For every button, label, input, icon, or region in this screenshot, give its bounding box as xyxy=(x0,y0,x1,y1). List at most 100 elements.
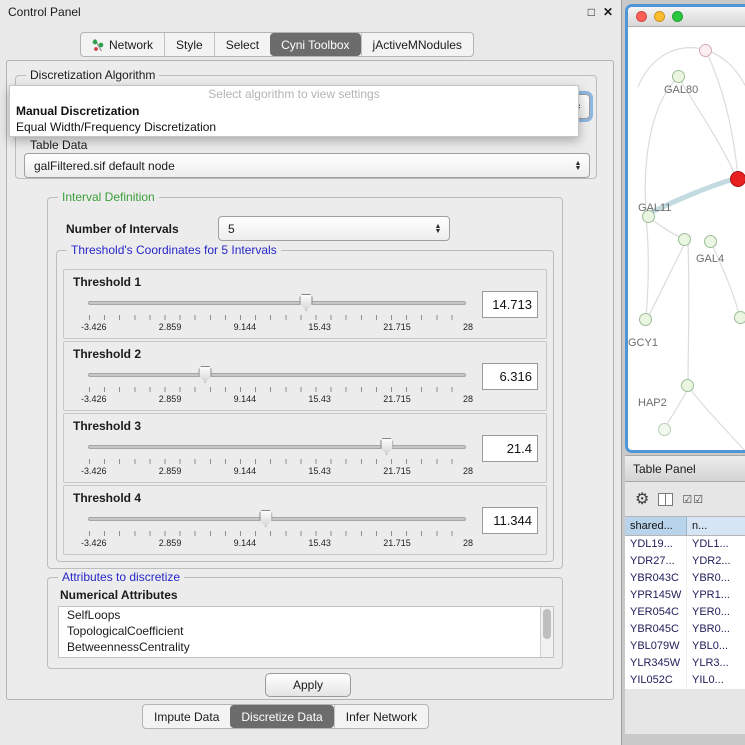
bottom-tab[interactable]: Infer Network xyxy=(334,705,428,728)
vertical-scrollbar[interactable] xyxy=(540,607,553,657)
number-of-intervals-combobox[interactable]: 5 ▲▼ xyxy=(218,216,450,241)
checkbox-icons[interactable]: ☑☑ xyxy=(682,493,704,506)
tab-label: Discretize Data xyxy=(241,710,322,724)
gear-icon[interactable]: ⚙ xyxy=(635,489,649,509)
cell-shared-name: YPR145W xyxy=(625,587,687,604)
threshold-slider[interactable]: -3.426 2.859 9.144 15.43 21.715 28 xyxy=(88,294,466,336)
float-window-icon[interactable]: □ xyxy=(588,5,595,19)
scale-tick-label: 28 xyxy=(463,466,473,476)
slider-scale: -3.426 2.859 9.144 15.43 21.715 28 xyxy=(81,466,473,476)
scale-tick-label: 2.859 xyxy=(159,322,182,332)
group-title: Interval Definition xyxy=(58,190,159,204)
table-panel: ⚙ ☑☑ shared... n... YDL19... YDL1... YDR… xyxy=(625,482,745,734)
scale-tick-label: 28 xyxy=(463,394,473,404)
network-canvas[interactable]: GAL80GAL11GAL4GCY1HAP2 xyxy=(628,27,745,452)
list-item[interactable]: TopologicalCoefficient xyxy=(59,623,553,639)
group-title: Threshold's Coordinates for 5 Intervals xyxy=(67,243,281,257)
table-data-combobox[interactable]: galFiltered.sif default node ▲▼ xyxy=(24,153,590,178)
threshold-value-field[interactable]: 14.713 xyxy=(482,291,538,318)
apply-button[interactable]: Apply xyxy=(265,673,351,697)
network-node[interactable] xyxy=(681,379,694,392)
network-node[interactable] xyxy=(704,235,717,248)
network-node[interactable] xyxy=(672,70,685,83)
group-title: Discretization Algorithm xyxy=(26,68,159,82)
table-header-row: shared... n... xyxy=(625,516,745,536)
tab-label: jActiveMNodules xyxy=(373,38,462,52)
threshold-slider[interactable]: -3.426 2.859 9.144 15.43 21.715 28 xyxy=(88,510,466,552)
network-node[interactable] xyxy=(658,423,671,436)
numerical-attributes-list[interactable]: SelfLoopsTopologicalCoefficientBetweenne… xyxy=(58,606,554,658)
tab-label: Infer Network xyxy=(346,710,417,724)
popup-menu-item[interactable]: Equal Width/Frequency Discretization xyxy=(10,119,578,135)
table-data-value: galFiltered.sif default node xyxy=(34,159,175,173)
table-row[interactable]: YDR27... YDR2... xyxy=(625,553,745,570)
network-node[interactable] xyxy=(699,44,712,57)
bottom-tab[interactable]: Discretize Data xyxy=(230,705,333,728)
scale-tick-label: 28 xyxy=(463,322,473,332)
scale-tick-label: -3.426 xyxy=(81,322,107,332)
slider-thumb[interactable] xyxy=(199,366,212,383)
threshold-panel: Threshold 4 -3.426 2.859 9.144 15.43 xyxy=(63,485,547,555)
slider-scale: -3.426 2.859 9.144 15.43 21.715 28 xyxy=(81,394,473,404)
scale-tick-label: 9.144 xyxy=(234,394,257,404)
traffic-light-icon[interactable] xyxy=(636,11,647,22)
network-node[interactable] xyxy=(678,233,691,246)
table-row[interactable]: YLR345W YLR3... xyxy=(625,655,745,672)
threshold-label: Threshold 1 xyxy=(73,275,141,289)
threshold-slider[interactable]: -3.426 2.859 9.144 15.43 21.715 28 xyxy=(88,438,466,480)
bottom-tabbar: Impute Data Discretize Data Infer Networ… xyxy=(142,704,429,729)
cell-shared-name: YER054C xyxy=(625,604,687,621)
threshold-value-field[interactable]: 6.316 xyxy=(482,363,538,390)
top-tab[interactable]: Select xyxy=(214,33,270,56)
slider-thumb[interactable] xyxy=(380,438,393,455)
top-tab[interactable]: Style xyxy=(164,33,214,56)
slider-thumb[interactable] xyxy=(300,294,313,311)
table-row[interactable]: YIL052C YIL0... xyxy=(625,672,745,689)
network-node[interactable] xyxy=(730,171,745,187)
popup-menu-item[interactable]: Manual Discretization xyxy=(10,103,578,119)
table-row[interactable]: YBR043C YBR0... xyxy=(625,570,745,587)
column-header-name[interactable]: n... xyxy=(687,517,745,535)
number-of-intervals-label: Number of Intervals xyxy=(66,222,179,236)
column-split-icon[interactable] xyxy=(658,493,673,506)
scale-tick-label: 21.715 xyxy=(383,466,411,476)
threshold-value-field[interactable]: 11.344 xyxy=(482,507,538,534)
slider-scale: -3.426 2.859 9.144 15.43 21.715 28 xyxy=(81,538,473,548)
slider-track[interactable] xyxy=(88,301,466,305)
scale-tick-label: 9.144 xyxy=(234,538,257,548)
slider-track[interactable] xyxy=(88,445,466,449)
cyni-toolbox-panel: Discretization Algorithm ▲▼ Table Data g… xyxy=(6,60,614,700)
slider-track[interactable] xyxy=(88,517,466,521)
list-item[interactable]: BetweennessCentrality xyxy=(59,639,553,655)
table-panel-header: Table Panel xyxy=(625,455,745,482)
top-tab[interactable]: jActiveMNodules xyxy=(361,33,473,56)
list-item[interactable]: SelfLoops xyxy=(59,607,553,623)
threshold-panel: Threshold 1 -3.426 2.859 9.144 15.43 xyxy=(63,269,547,339)
cell-name: YBL0... xyxy=(687,638,745,655)
slider-track[interactable] xyxy=(88,373,466,377)
cell-name: YDR2... xyxy=(687,553,745,570)
threshold-panel: Threshold 3 -3.426 2.859 9.144 15.43 xyxy=(63,413,547,483)
top-tab[interactable]: Cyni Toolbox xyxy=(270,33,360,56)
traffic-light-icon[interactable] xyxy=(654,11,665,22)
threshold-label: Threshold 3 xyxy=(73,419,141,433)
table-row[interactable]: YBR045C YBR0... xyxy=(625,621,745,638)
column-header-shared[interactable]: shared... xyxy=(625,517,687,535)
top-tab[interactable]: Network xyxy=(81,33,164,56)
bottom-tab[interactable]: Impute Data xyxy=(143,705,230,728)
close-icon[interactable]: ✕ xyxy=(603,5,613,19)
slider-thumb[interactable] xyxy=(259,510,272,527)
table-row[interactable]: YER054C YER0... xyxy=(625,604,745,621)
cell-name: YBR0... xyxy=(687,621,745,638)
traffic-light-icon[interactable] xyxy=(672,11,683,22)
table-row[interactable]: YPR145W YPR1... xyxy=(625,587,745,604)
table-row[interactable]: YDL19... YDL1... xyxy=(625,536,745,553)
table-row[interactable]: YBL079W YBL0... xyxy=(625,638,745,655)
tab-label: Cyni Toolbox xyxy=(281,38,349,52)
network-node[interactable] xyxy=(639,313,652,326)
network-node[interactable] xyxy=(734,311,745,324)
threshold-slider[interactable]: -3.426 2.859 9.144 15.43 21.715 28 xyxy=(88,366,466,408)
scrollbar-thumb[interactable] xyxy=(543,609,551,639)
threshold-value-field[interactable]: 21.4 xyxy=(482,435,538,462)
scale-tick-label: -3.426 xyxy=(81,394,107,404)
